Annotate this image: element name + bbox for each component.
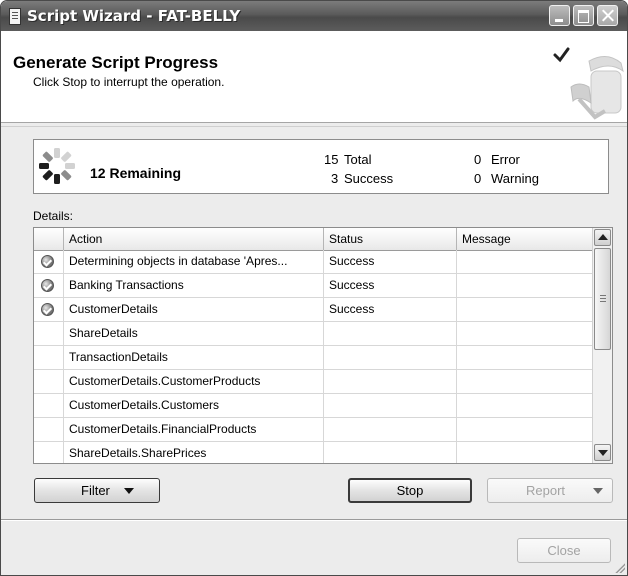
script-wizard-window: Script Wizard - FAT-BELLY Generate Scrip… — [0, 0, 628, 576]
status-cell — [324, 418, 457, 441]
progress-summary-panel: 12 Remaining 15 Total 3 Success 0 Error … — [33, 139, 609, 194]
success-icon — [41, 255, 54, 268]
success-icon — [41, 279, 54, 292]
row-icon-cell — [34, 298, 64, 321]
message-cell — [457, 418, 592, 441]
message-cell — [457, 250, 592, 273]
table-row[interactable]: ShareDetails — [34, 322, 592, 346]
stop-button[interactable]: Stop — [348, 478, 472, 503]
status-cell — [324, 322, 457, 345]
warning-label: Warning — [491, 171, 539, 186]
total-count: 15 — [324, 152, 339, 167]
table-row[interactable]: CustomerDetails.FinancialProducts — [34, 418, 592, 442]
window-title: Script Wizard - FAT-BELLY — [27, 7, 241, 25]
title-bar[interactable]: Script Wizard - FAT-BELLY — [1, 1, 627, 31]
table-row[interactable]: ShareDetails.SharePrices — [34, 442, 592, 463]
message-cell — [457, 346, 592, 369]
window-app-icon — [9, 8, 21, 25]
close-window-button[interactable] — [597, 5, 618, 26]
header-divider — [1, 126, 627, 127]
page-subtitle: Click Stop to interrupt the operation. — [33, 75, 225, 89]
table-row[interactable]: CustomerDetails.CustomerProducts — [34, 370, 592, 394]
row-icon-cell — [34, 394, 64, 417]
scroll-down-arrow-icon[interactable] — [594, 444, 611, 461]
maximize-button[interactable] — [573, 5, 594, 26]
status-cell — [324, 346, 457, 369]
table-row[interactable]: CustomerDetails.Customers — [34, 394, 592, 418]
footer-divider — [1, 519, 627, 521]
table-row[interactable]: CustomerDetails Success — [34, 298, 592, 322]
error-count: 0 — [474, 152, 482, 167]
table-row[interactable]: Determining objects in database 'Apres..… — [34, 250, 592, 274]
scroll-grip-icon — [600, 295, 606, 296]
row-icon-cell — [34, 346, 64, 369]
message-cell — [457, 322, 592, 345]
success-label: Success — [344, 171, 394, 186]
status-cell — [324, 442, 457, 463]
dropdown-arrow-icon — [124, 488, 134, 494]
status-cell — [324, 370, 457, 393]
message-cell — [457, 298, 592, 321]
scroll-up-arrow-icon[interactable] — [594, 229, 611, 246]
scrollbar-thumb[interactable] — [594, 248, 611, 350]
action-cell: CustomerDetails.FinancialProducts — [64, 418, 324, 441]
filter-button-label: Filter — [81, 483, 110, 498]
status-cell: Success — [324, 298, 457, 321]
row-icon-cell — [34, 370, 64, 393]
column-header-status[interactable]: Status — [324, 228, 457, 250]
wizard-header: Generate Script Progress Click Stop to i… — [1, 31, 627, 123]
table-row[interactable]: TransactionDetails — [34, 346, 592, 370]
minimize-button[interactable] — [549, 5, 570, 26]
action-cell: ShareDetails — [64, 322, 324, 345]
action-cell: CustomerDetails — [64, 298, 324, 321]
row-icon-cell — [34, 418, 64, 441]
action-cell: TransactionDetails — [64, 346, 324, 369]
close-button[interactable]: Close — [517, 538, 611, 563]
remaining-count: 12 Remaining — [90, 165, 182, 181]
column-header-action[interactable]: Action — [64, 228, 324, 250]
details-label: Details: — [33, 209, 74, 223]
success-icon — [41, 303, 54, 316]
vertical-scrollbar[interactable] — [592, 228, 612, 463]
action-cell: CustomerDetails.CustomerProducts — [64, 370, 324, 393]
resize-grip-icon[interactable] — [613, 561, 625, 573]
status-cell: Success — [324, 274, 457, 297]
action-cell: ShareDetails.SharePrices — [64, 442, 324, 463]
details-grid[interactable]: Action Status Message Determining object… — [33, 227, 613, 464]
grid-header: Action Status Message — [34, 228, 592, 251]
row-icon-cell — [34, 442, 64, 463]
message-cell — [457, 442, 592, 463]
action-cell: Banking Transactions — [64, 274, 324, 297]
action-cell: Determining objects in database 'Apres..… — [64, 250, 324, 273]
row-icon-cell — [34, 274, 64, 297]
filter-button[interactable]: Filter — [34, 478, 160, 503]
total-label: Total — [344, 152, 372, 167]
row-icon-cell — [34, 322, 64, 345]
column-header-message[interactable]: Message — [457, 228, 592, 250]
status-cell — [324, 394, 457, 417]
row-icon-cell — [34, 250, 64, 273]
column-header-icon[interactable] — [34, 228, 64, 250]
message-cell — [457, 394, 592, 417]
page-title: Generate Script Progress — [13, 53, 219, 72]
action-cell: CustomerDetails.Customers — [64, 394, 324, 417]
message-cell — [457, 370, 592, 393]
message-cell — [457, 274, 592, 297]
wizard-banner-graphic — [553, 47, 624, 120]
progress-spinner-icon — [39, 148, 75, 184]
report-button-label: Report — [526, 483, 566, 498]
report-button[interactable]: Report — [487, 478, 613, 503]
warning-count: 0 — [474, 171, 482, 186]
table-row[interactable]: Banking Transactions Success — [34, 274, 592, 298]
success-count: 3 — [331, 171, 339, 186]
status-cell: Success — [324, 250, 457, 273]
dropdown-arrow-icon — [593, 488, 603, 494]
error-label: Error — [491, 152, 520, 167]
